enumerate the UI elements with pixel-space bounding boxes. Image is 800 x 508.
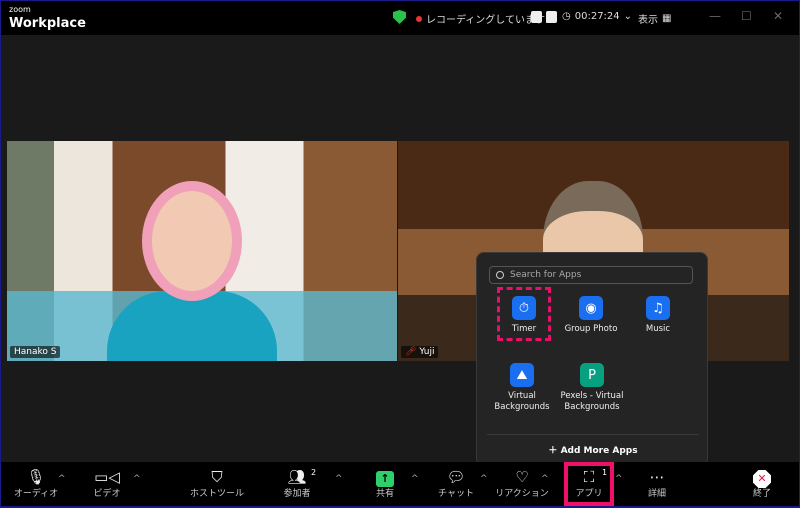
encryption-shield-icon[interactable] <box>393 10 406 24</box>
participant-name-text: Yuji <box>419 347 435 357</box>
video-tile-hanako[interactable]: Hanako S <box>7 141 397 361</box>
recording-dot-icon <box>416 15 422 22</box>
chat-button[interactable]: 💬︎ チャット <box>426 468 486 499</box>
more-dots-icon: ⋯ <box>649 468 665 486</box>
participants-button[interactable]: 👥︎ 参加者 <box>267 468 327 499</box>
avatar-body <box>107 291 277 361</box>
highlight-box <box>497 287 551 341</box>
pexels-icon: P <box>580 363 604 387</box>
view-button[interactable]: 表示 ▦ <box>638 11 671 26</box>
chevron-down-icon: ⌄ <box>623 11 633 22</box>
app-label: Pexels - Virtual Backgrounds <box>560 391 624 412</box>
meeting-timer[interactable]: ◷ 00:27:24 ⌄ <box>562 11 632 22</box>
reactions-label: リアクション <box>495 489 549 499</box>
landscape-icon: ⛰ <box>510 363 534 387</box>
search-icon <box>496 271 504 279</box>
apps-label: アプリ <box>575 489 603 499</box>
host-tools-label: ホストツール <box>189 489 244 499</box>
more-label: 詳細 <box>647 489 666 499</box>
grid-icon: ▦ <box>662 13 672 24</box>
video-options-caret[interactable]: ^ <box>133 474 141 484</box>
apps-panel: Search for Apps ⏱ Timer ◉ Group Photo ♫ Mus… <box>476 252 708 466</box>
apps-icon: ⛶ <box>583 468 595 486</box>
reactions-options-caret[interactable]: ^ <box>541 474 549 484</box>
pause-recording-button[interactable] <box>531 11 542 23</box>
audio-options-caret[interactable]: ^ <box>58 474 66 484</box>
share-button[interactable]: ↑ 共有 <box>355 468 415 499</box>
apps-count: 1 <box>602 468 608 477</box>
app-label: Group Photo <box>564 324 618 334</box>
app-pexels[interactable]: P Pexels - Virtual Backgrounds <box>556 363 628 413</box>
maximize-button[interactable]: ☐ <box>741 9 752 23</box>
audio-button[interactable]: 🎙︎ オーディオ <box>6 468 66 499</box>
search-placeholder: Search for Apps <box>510 270 582 280</box>
stop-recording-button[interactable] <box>546 11 557 23</box>
shield-icon: ⛉ <box>211 468 223 486</box>
chat-options-caret[interactable]: ^ <box>480 474 488 484</box>
video-button[interactable]: ▭◁ ビデオ <box>77 468 137 499</box>
app-label: Virtual Backgrounds <box>494 391 550 412</box>
participant-name: Hanako S <box>10 346 61 358</box>
participants-icon: 👥︎ <box>287 468 307 486</box>
timer-value: 00:27:24 <box>574 11 620 22</box>
zoom-logo: zoom Workplace <box>9 5 86 31</box>
microphone-icon: 🎙︎ <box>26 468 46 486</box>
avatar-face <box>142 181 242 301</box>
music-icon: ♫ <box>646 296 670 320</box>
zoom-window: zoom Workplace レコーディングしています... ◷ 00:27:24 ⌄… <box>1 1 799 506</box>
audio-label: オーディオ <box>13 489 59 499</box>
end-label: 終了 <box>752 489 771 499</box>
app-music[interactable]: ♫ Music <box>623 296 693 335</box>
participants-options-caret[interactable]: ^ <box>335 474 343 484</box>
participant-name: 🎤︎ Yuji <box>401 346 439 358</box>
end-x-icon: ✕ <box>753 470 771 488</box>
participants-count: 2 <box>311 468 317 477</box>
apps-options-caret[interactable]: ^ <box>615 474 623 484</box>
app-search-input[interactable]: Search for Apps <box>489 266 693 284</box>
share-arrow-icon: ↑ <box>376 471 394 487</box>
add-more-apps-button[interactable]: ＋ Add More Apps <box>487 434 699 456</box>
participants-label: 参加者 <box>283 489 311 499</box>
video-camera-icon: ▭◁ <box>94 468 120 486</box>
chat-icon: 💬︎ <box>446 468 466 486</box>
share-label: 共有 <box>375 489 394 499</box>
video-label: ビデオ <box>93 489 121 499</box>
end-button[interactable]: ✕ 終了 <box>732 468 792 499</box>
host-tools-button[interactable]: ⛉ ホストツール <box>187 468 247 499</box>
minimize-button[interactable]: — <box>709 9 721 23</box>
camera-icon: ◉ <box>579 296 603 320</box>
clock-icon: ◷ <box>562 11 571 22</box>
plus-icon: ＋ <box>548 446 558 456</box>
muted-mic-icon: 🎤︎ <box>405 347 417 357</box>
chat-label: チャット <box>438 489 474 499</box>
title-bar: zoom Workplace レコーディングしています... ◷ 00:27:24 ⌄… <box>1 1 799 35</box>
logo-small: zoom <box>9 5 31 14</box>
share-options-caret[interactable]: ^ <box>411 474 419 484</box>
app-virtual-backgrounds[interactable]: ⛰ Virtual Backgrounds <box>487 363 557 413</box>
apps-button[interactable]: ⛶ アプリ <box>559 468 619 499</box>
app-group-photo[interactable]: ◉ Group Photo <box>556 296 626 335</box>
close-button[interactable]: ✕ <box>773 9 783 23</box>
add-more-label: Add More Apps <box>560 446 638 456</box>
view-label: 表示 <box>638 15 658 26</box>
app-label: Music <box>645 324 671 334</box>
meeting-toolbar: 🎙︎ オーディオ ^ ▭◁ ビデオ ^ ⛉ ホストツール 👥︎ 参加者 2 ^ ↑ 共有 … <box>1 462 799 506</box>
more-button[interactable]: ⋯ 詳細 <box>627 468 687 499</box>
logo-text: Workplace <box>9 16 86 31</box>
